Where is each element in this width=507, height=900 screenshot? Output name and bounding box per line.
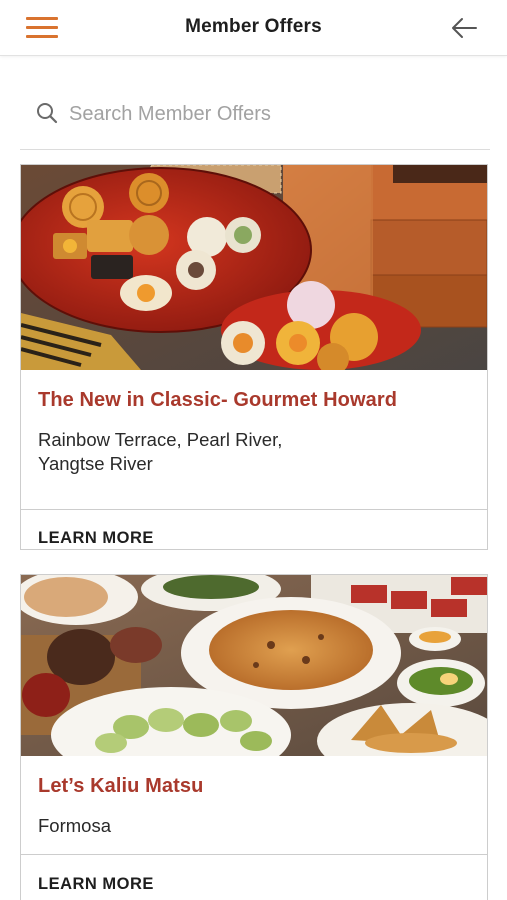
offer-card: Let’s Kaliu Matsu Formosa LEARN MORE [20, 574, 488, 900]
learn-more-button[interactable]: LEARN MORE [21, 510, 487, 566]
offer-location-line: Formosa [38, 815, 111, 836]
offer-location-line: Yangtse River [38, 453, 153, 474]
offer-title[interactable]: Let’s Kaliu Matsu [38, 775, 470, 798]
learn-more-button[interactable]: LEARN MORE [21, 855, 487, 895]
offer-location-line: Rainbow Terrace, Pearl River, [38, 429, 283, 450]
page-title: Member Offers [185, 16, 322, 37]
search-bar [20, 92, 490, 150]
search-input[interactable] [69, 97, 479, 131]
offer-card: The New in Classic- Gourmet Howard Rainb… [20, 164, 488, 550]
offer-card-body: The New in Classic- Gourmet Howard Rainb… [21, 389, 487, 488]
offer-title[interactable]: The New in Classic- Gourmet Howard [38, 389, 470, 412]
top-app-bar: Member Offers [0, 0, 507, 56]
app-screen: Member Offers Search Member Offers The N… [0, 0, 507, 900]
search-icon [36, 102, 58, 124]
offer-location: Rainbow Terrace, Pearl River, Yangtse Ri… [38, 428, 470, 488]
arrow-left-icon[interactable] [448, 14, 480, 42]
offer-image-mooncakes[interactable] [21, 165, 487, 370]
offer-location: Formosa [38, 814, 470, 840]
offer-card-body: Let’s Kaliu Matsu Formosa [21, 775, 487, 840]
offer-image-banquet[interactable] [21, 575, 487, 756]
